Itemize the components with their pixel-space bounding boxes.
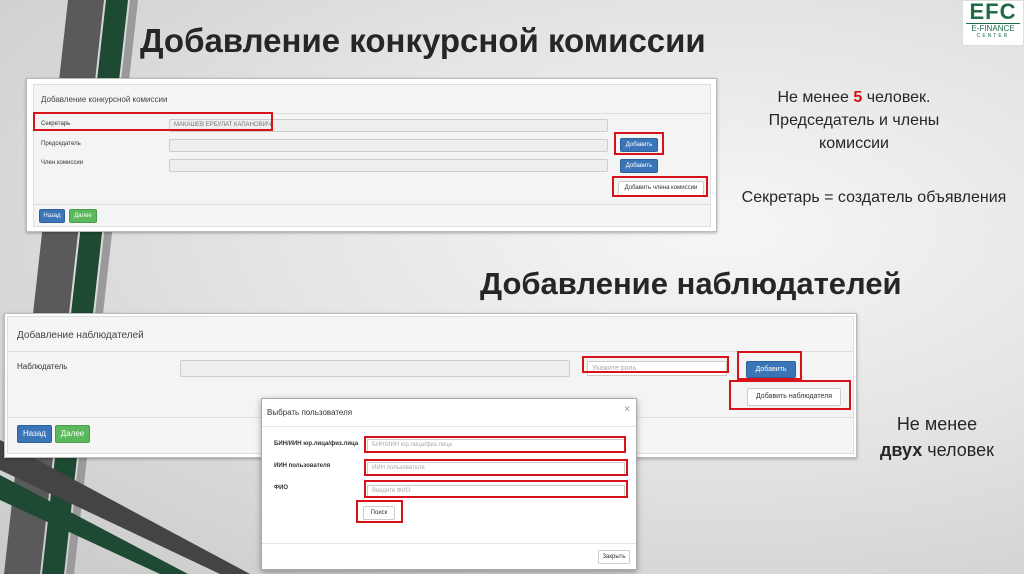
note-min-prefix: Не менее — [777, 89, 854, 106]
note-min-suffix: человек. — [862, 89, 931, 106]
heading-observers: Добавление наблюдателей — [480, 266, 902, 301]
note-observers: Не менее двух человек — [852, 411, 1022, 463]
modal-header: Выбрать пользователя × — [262, 399, 636, 427]
note-line3: комиссии — [819, 135, 889, 152]
observers-back-button[interactable]: Назад — [17, 425, 52, 443]
observers-panel-title: Добавление наблюдателей — [8, 317, 853, 352]
commission-footer: Назад Далее — [34, 204, 710, 226]
commission-back-button[interactable]: Назад — [39, 209, 65, 223]
add-observer-row-button[interactable]: Добавить наблюдателя — [747, 388, 841, 406]
note-secretary: Секретарь = создатель объявления — [741, 189, 1007, 206]
add-member-button[interactable]: Добавить — [620, 159, 658, 173]
chairman-field[interactable] — [169, 139, 608, 152]
commission-screenshot: Добавление конкурсной комиссии Секретарь… — [26, 78, 717, 232]
commission-panel-title: Добавление конкурсной комиссии — [34, 85, 710, 114]
bin-input[interactable]: БИН/ИИН юр.лица/физ.лица — [367, 439, 625, 452]
iin-input[interactable]: ИИН пользователя — [367, 462, 625, 475]
note-line2: Председатель и члены — [768, 112, 940, 129]
logo-subtitle: E-FINANCE — [966, 23, 1020, 33]
observers-next-button[interactable]: Далее — [55, 425, 90, 443]
iin-label: ИИН пользователя — [274, 463, 331, 469]
fio-input[interactable]: Введите ФИО — [367, 485, 625, 498]
secretary-field[interactable]: МАКАШЕВ ЕРБУЛАТ КАПАНОВИЧ — [169, 119, 608, 132]
role-input[interactable]: Укажите роль — [587, 361, 727, 376]
member-field[interactable] — [169, 159, 608, 172]
bin-label: БИН/ИИН юр.лица/физ.лица — [274, 441, 359, 447]
logo-text: EFC — [969, 0, 1017, 24]
add-chairman-button[interactable]: Добавить — [620, 138, 658, 152]
modal-title: Выбрать пользователя — [267, 408, 353, 417]
note-observers-bold: двух — [879, 440, 923, 460]
add-commission-member-button[interactable]: Добавить члена комиссии — [618, 181, 704, 196]
modal-close-icon[interactable]: × — [624, 404, 630, 415]
commission-panel: Добавление конкурсной комиссии Секретарь… — [33, 84, 711, 227]
note-observers-suffix: человек — [922, 440, 995, 460]
logo-tagline: CENTER — [976, 33, 1010, 39]
add-observer-button[interactable]: Добавить — [746, 361, 796, 378]
select-user-modal: Выбрать пользователя × БИН/ИИН юр.лица/ф… — [261, 398, 637, 570]
modal-footer: Закрыть — [262, 543, 636, 569]
heading-commission: Добавление конкурсной комиссии — [140, 22, 706, 59]
note-min-count: 5 — [853, 89, 863, 106]
observer-field[interactable] — [180, 360, 570, 377]
commission-next-button[interactable]: Далее — [69, 209, 97, 223]
modal-close-button[interactable]: Закрыть — [598, 550, 630, 564]
note-observers-line1: Не менее — [896, 414, 978, 434]
note-commission: Не менее 5 человек. Председатель и члены… — [738, 86, 970, 155]
chairman-label: Председатель — [41, 141, 81, 147]
observer-label: Наблюдатель — [17, 362, 68, 371]
member-label: Член комиссии — [41, 160, 84, 166]
secretary-label: Секретарь — [41, 121, 71, 127]
search-button[interactable]: Поиск — [363, 506, 395, 520]
efc-logo: EFC E-FINANCE CENTER — [962, 0, 1024, 46]
fio-label: ФИО — [274, 485, 289, 491]
